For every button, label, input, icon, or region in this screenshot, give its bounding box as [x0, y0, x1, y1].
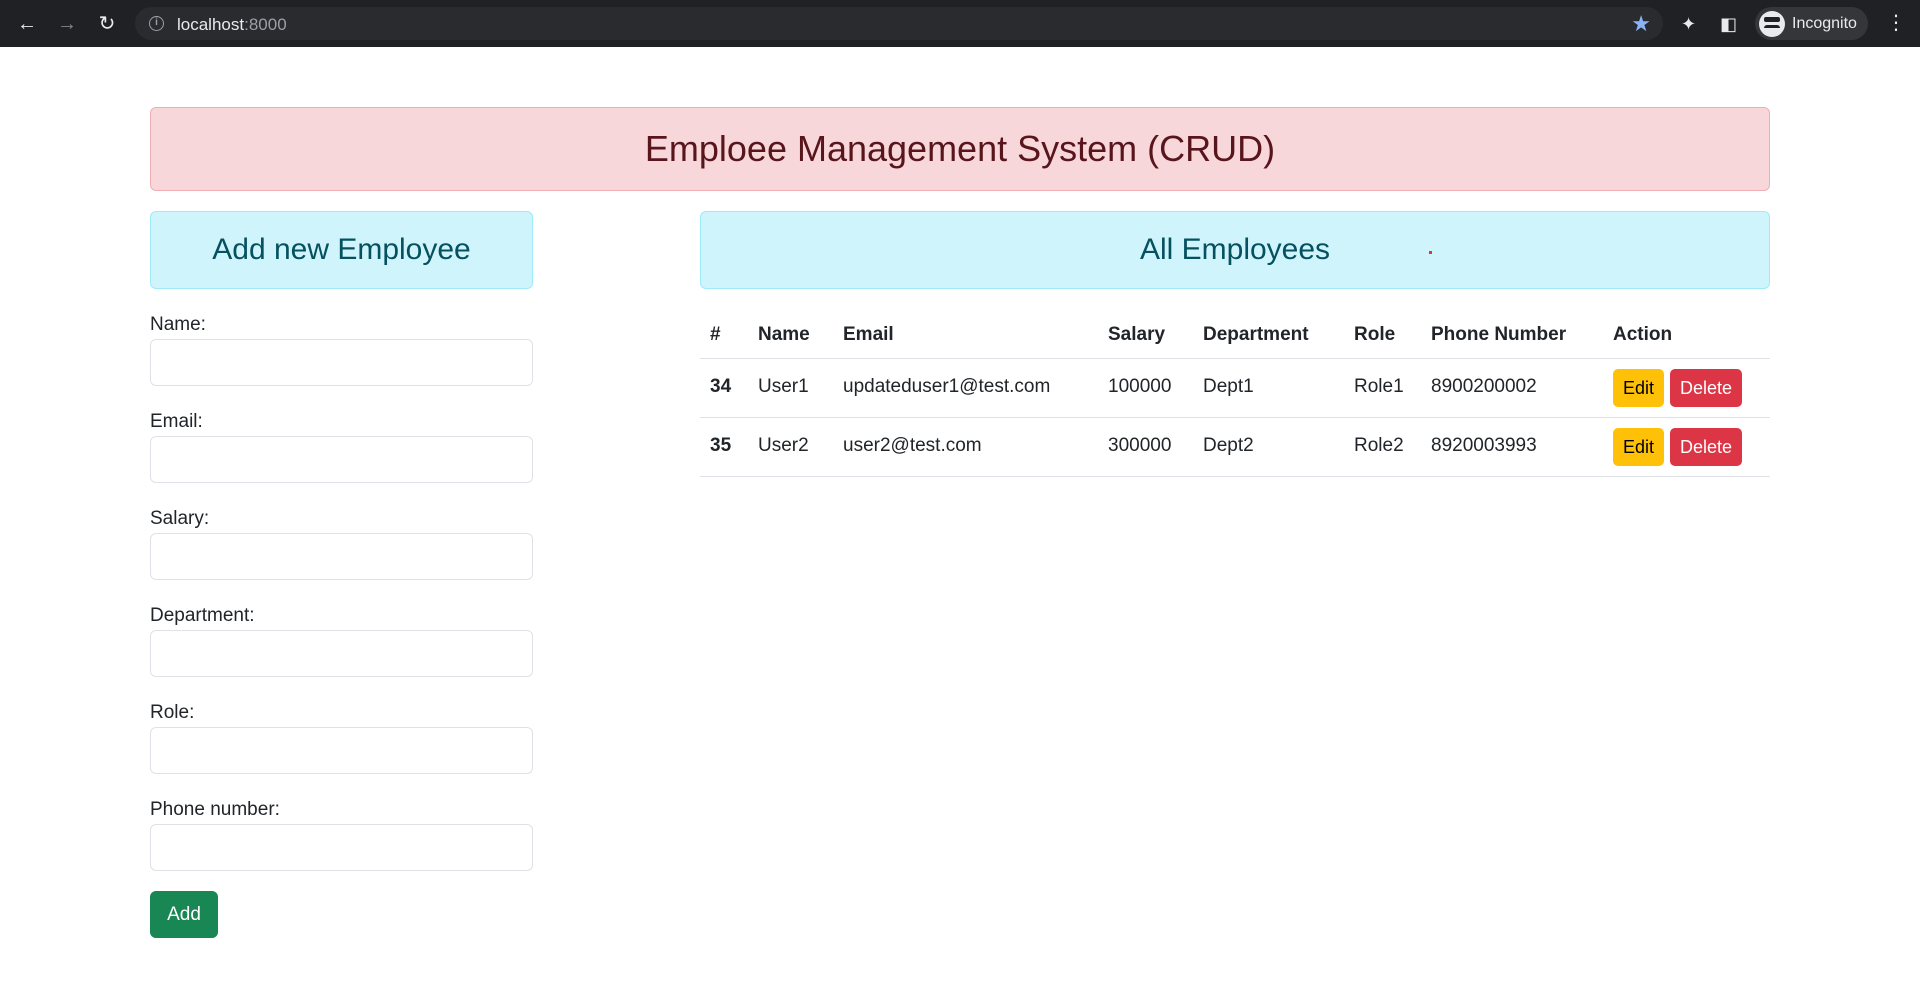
row-salary: 100000 [1108, 376, 1172, 397]
row-department: Dept2 [1203, 435, 1254, 456]
phone-input[interactable] [150, 824, 533, 871]
email-label: Email: [150, 411, 203, 432]
profile-label: Incognito [1792, 15, 1857, 32]
department-input[interactable] [150, 630, 533, 677]
salary-input[interactable] [150, 533, 533, 580]
row-department: Dept1 [1203, 376, 1254, 397]
reload-icon[interactable]: ↻ [94, 11, 120, 37]
column-header-phone: Phone Number [1431, 324, 1567, 345]
profile-button[interactable]: Incognito [1755, 7, 1868, 40]
role-label: Role: [150, 702, 195, 723]
phone-label: Phone number: [150, 799, 280, 820]
side-panel-icon[interactable]: ◧ [1720, 11, 1737, 37]
row-role: Role1 [1354, 376, 1404, 397]
info-icon[interactable]: i [149, 16, 164, 31]
row-phone: 8900200002 [1431, 376, 1537, 397]
delete-button[interactable]: Delete [1670, 428, 1742, 466]
row-role: Role2 [1354, 435, 1404, 456]
column-header-action: Action [1613, 324, 1673, 345]
edit-button[interactable]: Edit [1613, 428, 1664, 466]
delete-button[interactable]: Delete [1670, 369, 1742, 407]
edit-button[interactable]: Edit [1613, 369, 1664, 407]
table-row: 35 User2 user2@test.com 300000 Dept2 Rol… [700, 418, 1770, 477]
department-label: Department: [150, 605, 255, 626]
table-header: # Name Email Salary Department Role Phon… [700, 311, 1770, 359]
back-arrow-icon[interactable]: ← [14, 11, 40, 37]
email-input[interactable] [150, 436, 533, 483]
row-email: user2@test.com [843, 435, 982, 456]
add-employee-heading: Add new Employee [150, 211, 533, 289]
column-header-id: # [710, 324, 721, 345]
add-button[interactable]: Add [150, 891, 218, 938]
column-header-role: Role [1354, 324, 1396, 345]
browser-toolbar: ← → ↻ i localhost:8000 ★ ✦ ◧ Incognito ⋮ [0, 0, 1920, 47]
row-name: User1 [758, 376, 809, 397]
page-title: Emploee Management System (CRUD) [150, 107, 1770, 191]
table-row: 34 User1 updateduser1@test.com 100000 De… [700, 359, 1770, 418]
row-id: 35 [710, 435, 732, 456]
column-header-email: Email [843, 324, 894, 345]
star-icon[interactable]: ★ [1631, 11, 1651, 37]
name-input[interactable] [150, 339, 533, 386]
url-text[interactable]: localhost:8000 [177, 15, 287, 35]
marker-dot [1429, 251, 1432, 254]
all-employees-heading: All Employees [700, 211, 1770, 289]
row-email: updateduser1@test.com [843, 376, 1051, 397]
name-label: Name: [150, 314, 206, 335]
menu-icon[interactable]: ⋮ [1886, 10, 1906, 36]
row-id: 34 [710, 376, 732, 397]
role-input[interactable] [150, 727, 533, 774]
row-salary: 300000 [1108, 435, 1172, 456]
incognito-icon [1759, 11, 1785, 37]
employees-table: # Name Email Salary Department Role Phon… [700, 311, 1770, 477]
column-header-department: Department [1203, 324, 1309, 345]
address-bar[interactable]: i localhost:8000 ★ [135, 7, 1663, 40]
column-header-name: Name [758, 324, 810, 345]
forward-arrow-icon[interactable]: → [54, 11, 80, 37]
row-name: User2 [758, 435, 809, 456]
extensions-icon[interactable]: ✦ [1681, 11, 1696, 37]
salary-label: Salary: [150, 508, 210, 529]
column-header-salary: Salary [1108, 324, 1166, 345]
row-phone: 8920003993 [1431, 435, 1537, 456]
